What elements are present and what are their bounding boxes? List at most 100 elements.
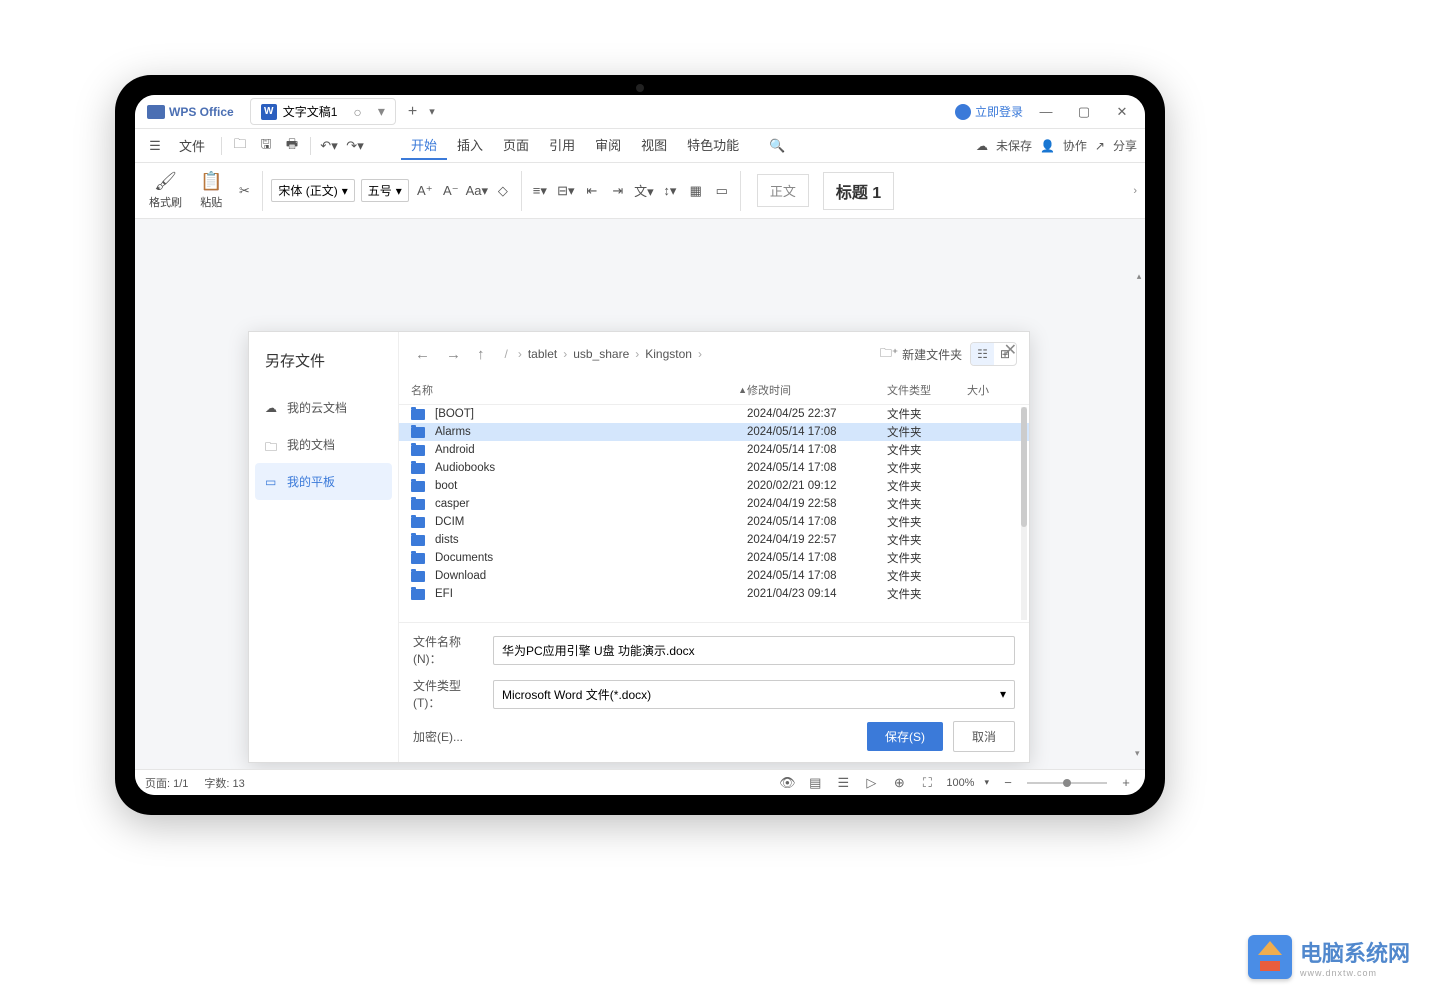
chevron-down-icon[interactable]: ▾ [984,777,989,788]
file-row[interactable]: boot2020/02/21 09:12文件夹 [399,477,1029,495]
menu-tab[interactable]: 特色功能 [677,131,749,160]
sidebar-item[interactable]: 🗀我的文档 [249,426,398,463]
menu-tab[interactable]: 插入 [447,131,493,160]
ribbon-scroll-right[interactable]: › [1133,185,1137,197]
increase-font-icon[interactable]: A⁺ [415,181,435,201]
file-menu[interactable]: 文件 [169,132,215,159]
zoom-in-button[interactable]: + [1117,774,1135,792]
close-button[interactable]: ✕ [1107,102,1137,122]
file-row[interactable]: DCIM2024/05/14 17:08文件夹 [399,513,1029,531]
decrease-indent-icon[interactable]: ⇤ [582,181,602,201]
shading-icon[interactable]: ▦ [686,181,706,201]
save-icon[interactable]: 🖫 [254,134,278,158]
document-tab[interactable]: W 文字文稿1 ○ ▾ [250,98,396,125]
clear-format-icon[interactable]: ◇ [493,181,513,201]
filename-input[interactable]: 华为PC应用引擎 U盘 功能演示.docx [493,636,1015,665]
breadcrumb-item[interactable]: tablet [528,347,557,361]
column-name[interactable]: 名称 ▲ [411,382,747,398]
column-date[interactable]: 修改时间 [747,382,887,398]
cancel-button[interactable]: 取消 [953,721,1015,752]
nav-back-button[interactable]: ← [411,344,434,365]
font-size-select[interactable]: 五号 ▾ [361,179,409,202]
tab-status-icon[interactable]: ○ [353,104,361,120]
unsaved-label[interactable]: 未保存 [996,137,1032,154]
save-button[interactable]: 保存(S) [867,722,943,751]
file-row[interactable]: dists2024/04/19 22:57文件夹 [399,531,1029,549]
scrollbar-thumb[interactable] [1021,407,1027,527]
text-direction-icon[interactable]: 文▾ [634,181,654,201]
web-layout-icon[interactable]: ⊕ [890,774,908,792]
filetype-select[interactable]: Microsoft Word 文件(*.docx) ▾ [493,680,1015,709]
fullscreen-icon[interactable]: ⛶ [918,774,936,792]
style-normal[interactable]: 正文 [757,174,809,207]
format-brush-button[interactable]: 🖌 格式刷 [143,169,188,212]
read-icon[interactable]: ▷ [862,774,880,792]
column-type[interactable]: 文件类型 [887,382,967,398]
new-tab-button[interactable]: + [408,103,417,121]
nav-forward-button[interactable]: → [442,344,465,365]
list-scrollbar[interactable] [1021,407,1027,620]
file-row[interactable]: Audiobooks2024/05/14 17:08文件夹 [399,459,1029,477]
file-row[interactable]: Alarms2024/05/14 17:08文件夹 [399,423,1029,441]
menu-tab[interactable]: 引用 [539,131,585,160]
sidebar-item[interactable]: ▭我的平板 [255,463,392,500]
zoom-value[interactable]: 100% [946,777,974,789]
app-logo[interactable]: WPS Office [139,105,242,119]
document-area[interactable]: ▴ ▾ 另存文件 ☁我的云文档🗀我的文档▭我的平板 ✕ ← → ↑ /›tabl… [135,219,1145,769]
print-icon[interactable]: 🖶 [280,134,304,158]
undo-icon[interactable]: ↶▾ [317,134,341,158]
borders-icon[interactable]: ▭ [712,181,732,201]
page-indicator[interactable]: 页面: 1/1 [145,775,188,791]
scrollbar[interactable]: ▴ ▾ [1135,271,1143,759]
menu-tab[interactable]: 审阅 [585,131,631,160]
maximize-button[interactable]: ▢ [1069,102,1099,122]
share-label[interactable]: 分享 [1113,137,1137,154]
change-case-icon[interactable]: Aa▾ [467,181,487,201]
minimize-button[interactable]: — [1031,102,1061,122]
encrypt-button[interactable]: 加密(E)... [413,728,463,745]
nav-up-button[interactable]: ↑ [473,344,489,365]
decrease-font-icon[interactable]: A⁻ [441,181,461,201]
eye-icon[interactable]: 👁 [778,774,796,792]
increase-indent-icon[interactable]: ⇥ [608,181,628,201]
cut-icon[interactable]: ✂ [234,181,254,201]
new-tab-dropdown[interactable]: ▾ [429,105,435,118]
font-name-select[interactable]: 宋体 (正文) ▾ [271,179,354,202]
file-list[interactable]: [BOOT]2024/04/25 22:37文件夹Alarms2024/05/1… [399,405,1029,622]
column-size[interactable]: 大小 [967,382,1017,398]
new-folder-button[interactable]: 🗀⁺ 新建文件夹 [880,344,962,365]
menu-tab[interactable]: 开始 [401,131,447,160]
dialog-close-button[interactable]: ✕ [1004,340,1017,360]
line-spacing-icon[interactable]: ↕▾ [660,181,680,201]
sidebar-item[interactable]: ☁我的云文档 [249,389,398,426]
word-count[interactable]: 字数: 13 [204,775,244,791]
file-row[interactable]: Download2024/05/14 17:08文件夹 [399,567,1029,585]
scroll-down-icon[interactable]: ▾ [1135,748,1140,759]
page-layout-icon[interactable]: ▤ [806,774,824,792]
bullet-list-icon[interactable]: ≡▾ [530,181,550,201]
file-row[interactable]: [BOOT]2024/04/25 22:37文件夹 [399,405,1029,423]
zoom-out-button[interactable]: − [999,774,1017,792]
breadcrumb-item[interactable]: Kingston [645,347,692,361]
list-view-icon[interactable]: ☷ [971,343,994,365]
number-list-icon[interactable]: ⊟▾ [556,181,576,201]
menu-tab[interactable]: 页面 [493,131,539,160]
login-button[interactable]: 立即登录 [955,103,1023,120]
file-row[interactable]: Documents2024/05/14 17:08文件夹 [399,549,1029,567]
file-row[interactable]: EFI2021/04/23 09:14文件夹 [399,585,1029,603]
style-heading1[interactable]: 标题 1 [823,172,894,210]
redo-icon[interactable]: ↷▾ [343,134,367,158]
zoom-slider[interactable] [1027,782,1107,784]
file-row[interactable]: casper2024/04/19 22:58文件夹 [399,495,1029,513]
search-icon[interactable]: 🔍 [765,134,789,158]
file-row[interactable]: Android2024/05/14 17:08文件夹 [399,441,1029,459]
breadcrumb-item[interactable]: usb_share [573,347,629,361]
outline-icon[interactable]: ☰ [834,774,852,792]
tab-menu-icon[interactable]: ▾ [378,103,385,120]
collab-label[interactable]: 协作 [1063,137,1087,154]
open-icon[interactable]: 🗀 [228,134,252,158]
menu-tab[interactable]: 视图 [631,131,677,160]
menu-toggle-icon[interactable]: ☰ [143,134,167,158]
scroll-up-icon[interactable]: ▴ [1135,271,1143,282]
paste-button[interactable]: 📋 粘贴 [194,169,228,212]
